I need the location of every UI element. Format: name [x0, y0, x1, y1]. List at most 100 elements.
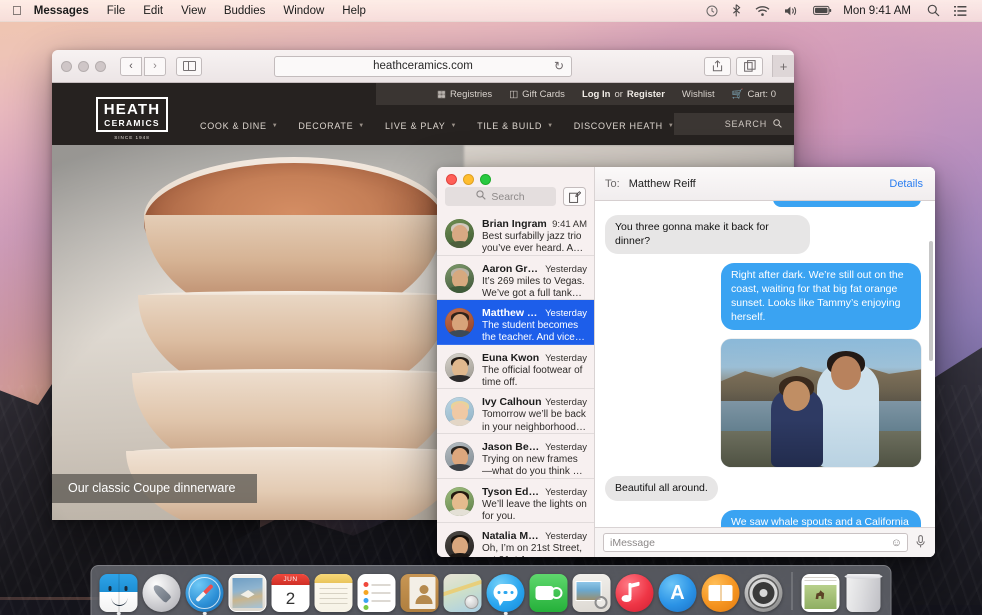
registries-link[interactable]: ▦ Registries [437, 89, 492, 100]
conversation-item-selected[interactable]: Matthew Reiff Yesterday The student beco… [437, 300, 594, 345]
notes-line [319, 588, 348, 590]
nav-item-cook-and-dine[interactable]: COOK & DINE ▼ [200, 121, 278, 131]
dock-item-launchpad[interactable] [142, 572, 182, 612]
running-indicator [202, 611, 207, 615]
nav-item-discover-heath[interactable]: DISCOVER HEATH ▼ [574, 121, 675, 131]
dock-item-mail[interactable] [228, 572, 268, 612]
close-button[interactable] [446, 174, 457, 185]
conversation-item[interactable]: Brian Ingram 9:41 AM Best surfabilly jaz… [437, 211, 594, 256]
account-links[interactable]: Log In or Register [582, 89, 665, 100]
conversation-item[interactable]: Jason Bettin… Yesterday Trying on new fr… [437, 434, 594, 479]
itunes-icon [615, 574, 654, 612]
imessage-input[interactable]: iMessage ☺ [603, 533, 908, 552]
menu-item-view[interactable]: View [172, 5, 215, 17]
recipient-name[interactable]: Matthew Reiff [629, 178, 696, 190]
login-link[interactable]: Log In [582, 89, 611, 100]
conversation-header: Tyson Edwar… Yesterday [482, 486, 587, 498]
menu-item-edit[interactable]: Edit [134, 5, 172, 17]
dock-item-notes[interactable] [314, 572, 354, 612]
dock-item-finder[interactable] [99, 572, 139, 615]
minimize-button[interactable] [78, 60, 89, 72]
messages-window[interactable]: Search Brian Ingram 9:41 AM Best surfabi… [437, 167, 935, 557]
dock-item-itunes[interactable] [615, 572, 655, 612]
search-input[interactable]: Search [445, 187, 556, 206]
dock-item-calendar[interactable]: JUN 2 [271, 572, 311, 612]
site-search-box[interactable]: SEARCH [674, 113, 794, 135]
gear-icon [752, 582, 775, 604]
conversation-item[interactable]: Tyson Edwar… Yesterday We’ll leave the l… [437, 479, 594, 524]
volume-icon[interactable] [777, 5, 806, 17]
conversation-time: Yesterday [545, 486, 587, 498]
dock-item-ibooks[interactable] [701, 572, 741, 612]
gift-cards-link[interactable]: ◫ Gift Cards [509, 89, 565, 100]
menu-item-help[interactable]: Help [333, 5, 375, 17]
message-bubble-incoming[interactable]: Beautiful all around. [605, 476, 718, 502]
dock-item-contacts[interactable] [400, 572, 440, 612]
sidebar-toggle-icon[interactable] [176, 56, 202, 76]
reload-icon[interactable]: ↻ [554, 59, 564, 73]
nav-item-live-and-play[interactable]: LIVE & PLAY ▼ [385, 121, 457, 131]
apple-menu-icon[interactable]:  [0, 4, 33, 17]
dock-item-facetime[interactable] [529, 572, 569, 612]
dock-item-photos[interactable] [572, 572, 612, 612]
dock-item-safari[interactable] [185, 572, 225, 615]
nav-item-decorate[interactable]: DECORATE ▼ [298, 121, 365, 131]
conversation-name: Matthew Reiff [482, 307, 542, 320]
conversation-header: Natalia Maric Yesterday [482, 530, 587, 542]
conversation-item[interactable]: Aaron Grave… Yesterday It’s 269 miles to… [437, 256, 594, 301]
message-photo-attachment[interactable] [721, 339, 921, 468]
message-bubble-outgoing[interactable]: We saw whale spouts and a California con… [721, 510, 921, 527]
zoom-button[interactable] [95, 60, 106, 72]
new-tab-button[interactable]: + [772, 55, 794, 77]
thread-messages[interactable]: You three gonna make it back for dinner?… [595, 201, 935, 527]
time-machine-icon[interactable] [699, 5, 725, 17]
menu-item-window[interactable]: Window [274, 5, 333, 17]
emoji-smiley-icon[interactable]: ☺ [891, 537, 902, 549]
zoom-button[interactable] [480, 174, 491, 185]
dock-item-appstore[interactable]: A [658, 572, 698, 612]
wifi-icon[interactable] [748, 5, 777, 17]
conversation-list[interactable]: Brian Ingram 9:41 AM Best surfabilly jaz… [437, 211, 594, 557]
search-placeholder: Search [491, 190, 525, 203]
message-bubble-outgoing[interactable]: Right after dark. We’re still out on the… [721, 263, 921, 331]
dock-item-trash[interactable] [844, 572, 884, 612]
conversation-item[interactable]: Euna Kwon Yesterday The official footwea… [437, 345, 594, 390]
dock-item-system-preferences[interactable] [744, 572, 784, 612]
heath-ceramics-logo[interactable]: HEATH CERAMICS SINCE 1948 [96, 97, 168, 140]
close-button[interactable] [61, 60, 72, 72]
minimize-button[interactable] [463, 174, 474, 185]
battery-icon[interactable] [806, 5, 839, 16]
menu-bar-clock[interactable]: Mon 9:41 AM [839, 5, 920, 17]
dock-item-maps[interactable] [443, 572, 483, 612]
dock-item-messages[interactable] [486, 572, 526, 615]
menu-item-file[interactable]: File [98, 5, 135, 17]
message-bubble-incoming[interactable]: You three gonna make it back for dinner? [605, 215, 810, 255]
safari-navigation-buttons[interactable]: ‹ › [120, 56, 166, 76]
safari-traffic-lights[interactable] [61, 60, 106, 72]
menu-item-buddies[interactable]: Buddies [215, 5, 275, 17]
compose-icon[interactable] [563, 187, 586, 206]
notification-center-icon[interactable] [947, 5, 974, 17]
conversation-preview: Best surfabilly jazz trio you’ve ever he… [482, 231, 582, 255]
conversation-item[interactable]: Ivy Calhoun Yesterday Tomorrow we’ll be … [437, 389, 594, 434]
wishlist-link[interactable]: Wishlist [682, 89, 715, 100]
spotlight-search-icon[interactable] [920, 4, 947, 17]
conversation-header: Euna Kwon Yesterday [482, 352, 587, 364]
dock-item-document[interactable] [801, 572, 841, 612]
dock-item-reminders[interactable] [357, 572, 397, 612]
share-icon[interactable] [704, 56, 731, 76]
nav-item-tile-and-build[interactable]: TILE & BUILD ▼ [477, 121, 554, 131]
show-all-tabs-icon[interactable] [736, 56, 763, 76]
details-button[interactable]: Details [889, 178, 923, 190]
address-bar[interactable]: heathceramics.com ↻ [274, 55, 572, 77]
messages-traffic-lights[interactable] [446, 174, 491, 185]
cart-link[interactable]: 🛒 Cart: 0 [732, 89, 776, 100]
forward-button[interactable]: › [144, 56, 166, 76]
register-link[interactable]: Register [627, 89, 665, 100]
menu-item-messages[interactable]: Messages [33, 5, 98, 17]
bluetooth-icon[interactable] [725, 4, 748, 17]
thread-scrollbar[interactable] [929, 241, 933, 361]
back-button[interactable]: ‹ [120, 56, 142, 76]
microphone-icon[interactable] [916, 534, 927, 551]
conversation-item[interactable]: Natalia Maric Yesterday Oh, I’m on 21st … [437, 523, 594, 557]
